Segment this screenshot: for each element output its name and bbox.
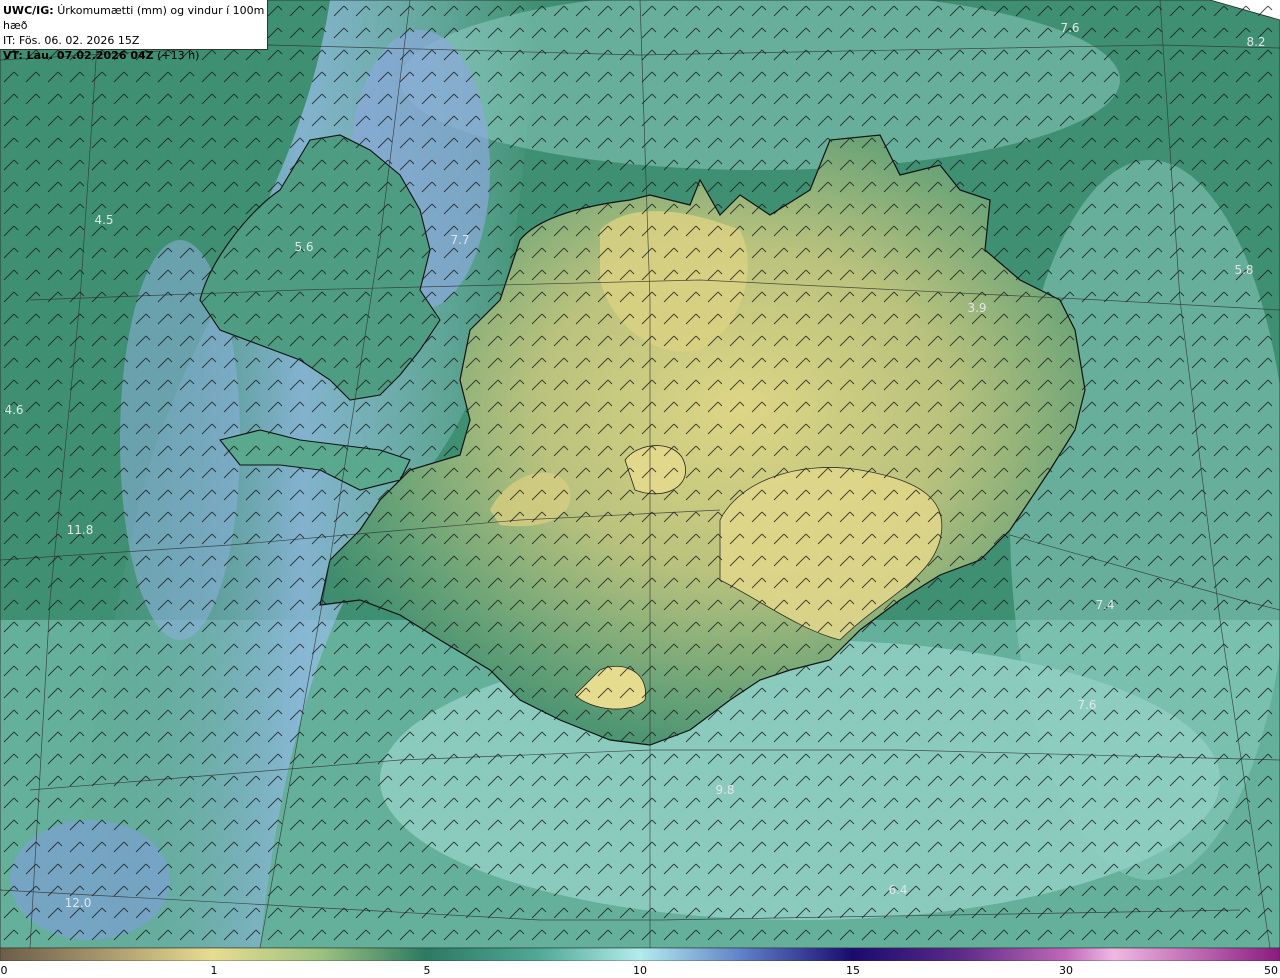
value-label: 5.6 bbox=[294, 240, 314, 254]
forecast-offset: (+13 h) bbox=[157, 49, 200, 62]
value-label: 7.6 bbox=[1077, 698, 1097, 712]
colorbar-tick: 5 bbox=[423, 964, 431, 977]
value-label: 7.7 bbox=[450, 233, 470, 247]
value-label: 4.6 bbox=[4, 403, 24, 417]
valid-time-line: VT: Lau. 07.02.2026 04Z (+13 h) bbox=[3, 48, 267, 63]
issue-time: IT: Fös. 06. 02. 2026 15Z bbox=[3, 34, 140, 47]
colorbar-tick: 50 bbox=[1264, 964, 1278, 977]
value-label: 12.0 bbox=[64, 896, 92, 910]
colorbar-tick: 0 bbox=[0, 964, 8, 977]
wind-barbs-field bbox=[0, 0, 1280, 948]
colorbar-tick: 15 bbox=[846, 964, 860, 977]
value-label: 4.5 bbox=[94, 213, 114, 227]
value-label: 11.8 bbox=[66, 523, 94, 537]
value-label: 7.4 bbox=[1095, 598, 1115, 612]
colorbar-tick: 10 bbox=[633, 964, 647, 977]
precipitation-wind-map bbox=[0, 0, 1280, 950]
value-label: 5.8 bbox=[1234, 263, 1254, 277]
map-title-box: UWC/IG: Úrkomumætti (mm) og vindur í 100… bbox=[0, 0, 268, 62]
title-line: UWC/IG: Úrkomumætti (mm) og vindur í 100… bbox=[3, 3, 267, 33]
value-label: 3.9 bbox=[967, 301, 987, 315]
title-product: UWC/IG: bbox=[3, 4, 54, 17]
value-label: 7.6 bbox=[1060, 21, 1080, 35]
colorbar-tick: 30 bbox=[1059, 964, 1073, 977]
valid-time: VT: Lau. 07.02.2026 04Z bbox=[3, 49, 154, 62]
value-label: 6.4 bbox=[888, 883, 908, 897]
value-label: 9.8 bbox=[715, 783, 735, 797]
value-label: 8.2 bbox=[1246, 35, 1266, 49]
precipitation-colorbar bbox=[0, 948, 1280, 961]
colorbar-tick: 1 bbox=[210, 964, 218, 977]
colorbar-tick-labels: 0 1 5 10 15 30 50 bbox=[0, 962, 1280, 978]
